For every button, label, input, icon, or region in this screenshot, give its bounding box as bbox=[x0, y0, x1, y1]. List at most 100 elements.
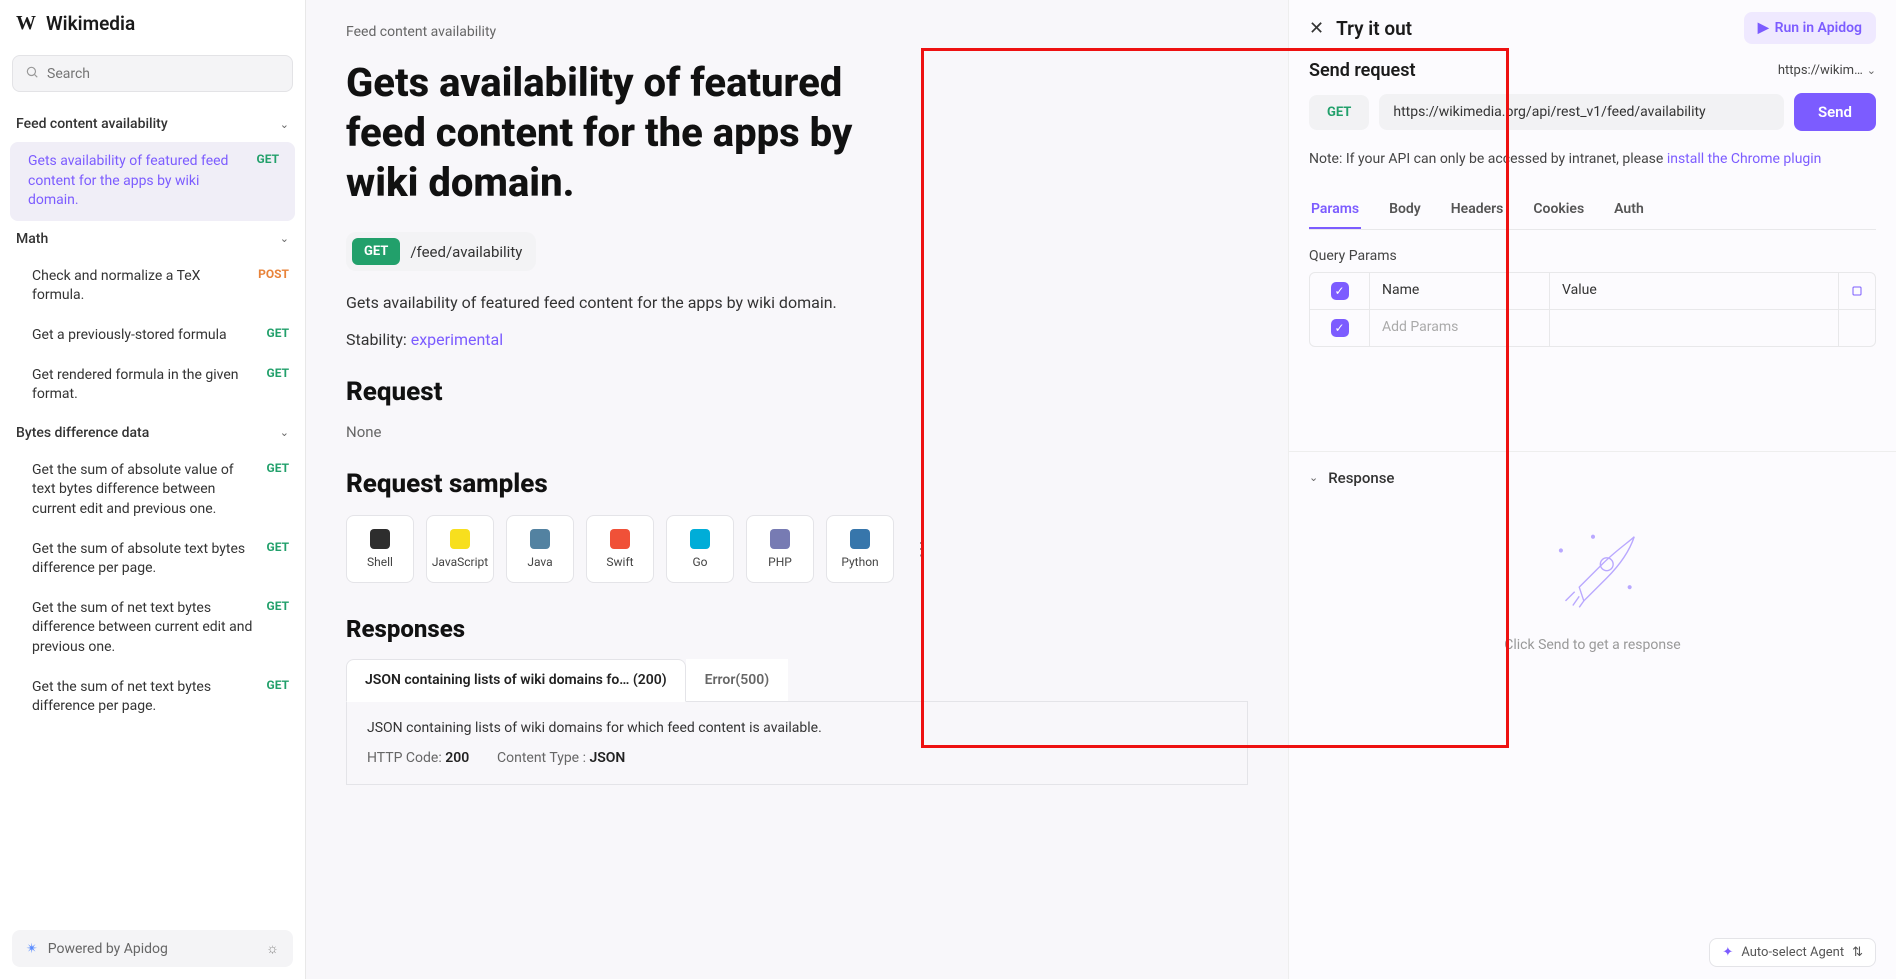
nav-group-bytes[interactable]: Bytes difference data ⌄ bbox=[0, 415, 305, 451]
qp-header-name: Name bbox=[1370, 273, 1550, 309]
nav-item-feed-availability[interactable]: Gets availability of featured feed conte… bbox=[10, 142, 295, 221]
response-tab-200[interactable]: JSON containing lists of wiki domains fo… bbox=[346, 659, 686, 702]
response-toggle[interactable]: ⌄ Response bbox=[1309, 469, 1394, 487]
send-request-label: Send request bbox=[1309, 60, 1416, 81]
python-icon bbox=[850, 529, 870, 549]
url-input[interactable]: https://wikimedia.org/api/rest_v1/feed/a… bbox=[1379, 94, 1784, 130]
agent-label: Auto-select Agent bbox=[1741, 945, 1844, 960]
send-button[interactable]: Send bbox=[1794, 93, 1876, 131]
breadcrumb[interactable]: Feed content availability bbox=[346, 24, 1248, 40]
chevron-down-icon: ⌄ bbox=[1867, 64, 1876, 77]
nav-item-math-check[interactable]: Check and normalize a TeX formula. POST bbox=[0, 257, 305, 316]
page-title: Gets availability of featured feed conte… bbox=[346, 58, 906, 208]
wikimedia-logo-icon: W bbox=[16, 12, 36, 35]
qp-add-placeholder[interactable]: Add Params bbox=[1370, 310, 1550, 346]
nav-item-math-render[interactable]: Get rendered formula in the given format… bbox=[0, 356, 305, 415]
php-icon bbox=[770, 529, 790, 549]
run-label: Run in Apidog bbox=[1775, 20, 1862, 36]
search-icon bbox=[25, 64, 39, 83]
method-badge: GET bbox=[267, 540, 289, 554]
method-badge: GET bbox=[267, 366, 289, 380]
chevron-down-icon: ⌄ bbox=[280, 232, 289, 245]
tab-auth[interactable]: Auth bbox=[1612, 191, 1646, 229]
go-icon bbox=[690, 529, 710, 549]
response-tabs: JSON containing lists of wiki domains fo… bbox=[346, 659, 1248, 702]
nav-group-feed[interactable]: Feed content availability ⌄ bbox=[0, 106, 305, 142]
section-samples: Request samples bbox=[346, 469, 1248, 499]
agent-select-button[interactable]: ✦ Auto-select Agent ⇅ bbox=[1709, 938, 1876, 967]
theme-toggle-icon[interactable]: ☼ bbox=[266, 940, 279, 957]
sample-label: Go bbox=[692, 555, 707, 569]
nav-item-label: Get the sum of net text bytes difference… bbox=[32, 599, 267, 658]
powered-by[interactable]: ✴ Powered by Apidog ☼ bbox=[12, 930, 293, 967]
search-input[interactable] bbox=[47, 66, 280, 82]
query-params-table: ✓ Name Value ✓ Add Params bbox=[1309, 272, 1876, 347]
qp-header-value: Value bbox=[1550, 273, 1839, 309]
nav-item-bytes-2[interactable]: Get the sum of net text bytes difference… bbox=[0, 589, 305, 668]
note-text: Note: If your API can only be accessed b… bbox=[1309, 151, 1667, 167]
qp-checkbox[interactable]: ✓ bbox=[1331, 282, 1349, 300]
nav-item-bytes-1[interactable]: Get the sum of absolute text bytes diffe… bbox=[0, 530, 305, 589]
sample-swift[interactable]: Swift bbox=[586, 515, 654, 583]
content-type-value: JSON bbox=[589, 750, 625, 766]
project-title: Wikimedia bbox=[46, 12, 135, 35]
response-body-desc: JSON containing lists of wiki domains fo… bbox=[367, 720, 1227, 736]
sample-python[interactable]: Python bbox=[826, 515, 894, 583]
nav-group-label: Feed content availability bbox=[16, 116, 168, 132]
method-badge: GET bbox=[267, 461, 289, 475]
response-empty-state: Click Send to get a response bbox=[1309, 487, 1876, 653]
close-icon[interactable]: ✕ bbox=[1309, 18, 1324, 39]
chevron-down-icon: ⌄ bbox=[280, 118, 289, 131]
powered-label: Powered by Apidog bbox=[48, 941, 168, 957]
sample-java[interactable]: Java bbox=[506, 515, 574, 583]
response-tab-500[interactable]: Error(500) bbox=[686, 659, 789, 701]
try-header: ✕ Try it out ▶ Run in Apidog bbox=[1289, 0, 1896, 56]
apidog-logo-icon: ✴ bbox=[26, 941, 38, 957]
run-in-apidog-button[interactable]: ▶ Run in Apidog bbox=[1744, 12, 1876, 44]
sample-javascript[interactable]: JavaScript bbox=[426, 515, 494, 583]
response-hint: Click Send to get a response bbox=[1309, 637, 1876, 653]
http-code-label: HTTP Code: bbox=[367, 750, 445, 766]
method-badge: GET bbox=[267, 599, 289, 613]
nav-item-label: Gets availability of featured feed conte… bbox=[28, 152, 257, 211]
nav-item-label: Get the sum of absolute value of text by… bbox=[32, 461, 267, 520]
sample-go[interactable]: Go bbox=[666, 515, 734, 583]
chevron-down-icon: ⌄ bbox=[280, 426, 289, 439]
stability-value[interactable]: experimental bbox=[411, 330, 503, 349]
sample-shell[interactable]: Shell bbox=[346, 515, 414, 583]
nav-item-bytes-3[interactable]: Get the sum of net text bytes difference… bbox=[0, 668, 305, 727]
tab-headers[interactable]: Headers bbox=[1449, 191, 1506, 229]
nav-item-math-prev[interactable]: Get a previously-stored formula GET bbox=[0, 316, 305, 356]
url-short: https://wikim… bbox=[1778, 63, 1863, 78]
chrome-plugin-link[interactable]: install the Chrome plugin bbox=[1667, 151, 1822, 167]
tab-params[interactable]: Params bbox=[1309, 191, 1361, 229]
qp-checkbox[interactable]: ✓ bbox=[1331, 319, 1349, 337]
bulk-edit-icon[interactable] bbox=[1839, 273, 1875, 309]
endpoint-bar: GET /feed/availability bbox=[346, 232, 536, 271]
main-content: Feed content availability Gets availabil… bbox=[306, 0, 1288, 979]
play-icon: ▶ bbox=[1758, 20, 1769, 36]
sample-php[interactable]: PHP bbox=[746, 515, 814, 583]
response-tab-body: JSON containing lists of wiki domains fo… bbox=[346, 702, 1248, 785]
method-badge: GET bbox=[267, 678, 289, 692]
query-params-label: Query Params bbox=[1309, 248, 1876, 264]
nav-item-label: Get the sum of absolute text bytes diffe… bbox=[32, 540, 267, 579]
search-input-wrap[interactable] bbox=[12, 55, 293, 92]
qp-add-value[interactable] bbox=[1550, 310, 1839, 346]
samples-more-icon[interactable]: ⋮ bbox=[906, 539, 936, 560]
qp-add-row[interactable]: ✓ Add Params bbox=[1310, 310, 1875, 346]
sidebar: W Wikimedia Feed content availability ⌄ … bbox=[0, 0, 306, 979]
nav-item-bytes-0[interactable]: Get the sum of absolute value of text by… bbox=[0, 451, 305, 530]
http-code-value: 200 bbox=[445, 750, 469, 766]
tab-body[interactable]: Body bbox=[1387, 191, 1423, 229]
request-tabs: Params Body Headers Cookies Auth bbox=[1309, 191, 1876, 230]
tab-cookies[interactable]: Cookies bbox=[1531, 191, 1586, 229]
endpoint-path: /feed/availability bbox=[410, 243, 522, 261]
nav-group-label: Bytes difference data bbox=[16, 425, 149, 441]
chevron-down-icon: ⌄ bbox=[1309, 471, 1318, 484]
nav-group-math[interactable]: Math ⌄ bbox=[0, 221, 305, 257]
nav-item-label: Get a previously-stored formula bbox=[32, 326, 267, 346]
base-url-dropdown[interactable]: https://wikim… ⌄ bbox=[1778, 63, 1876, 78]
intranet-note: Note: If your API can only be accessed b… bbox=[1309, 151, 1876, 167]
method-pill[interactable]: GET bbox=[1309, 95, 1369, 130]
